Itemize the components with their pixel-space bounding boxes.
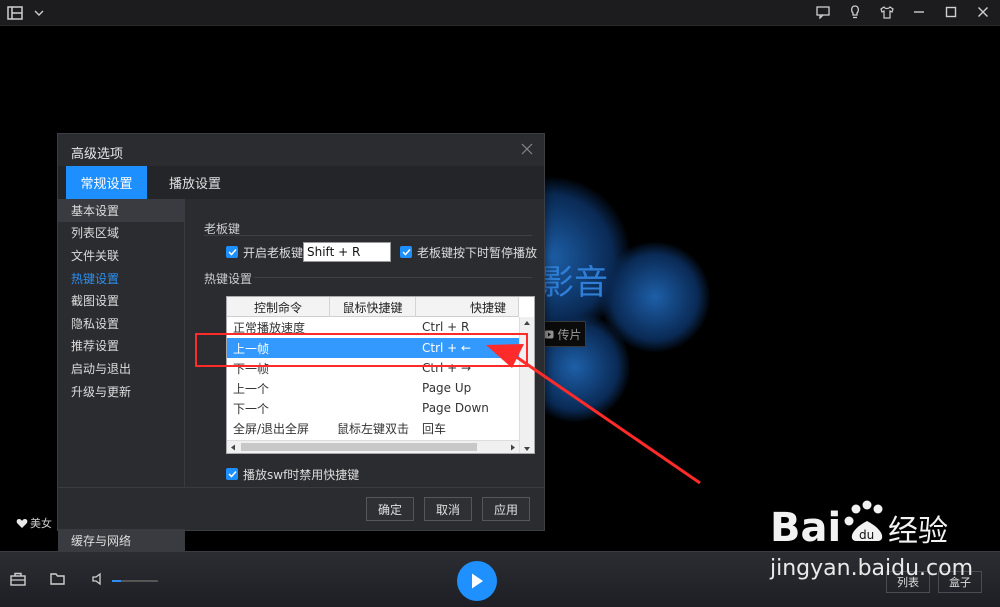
settings-sidebar: 基本设置 列表区域 文件关联 热键设置 截图设置 隐私设置 推荐设置 启动与退出… [58,199,185,552]
scroll-thumb[interactable] [241,443,477,451]
watermark-brand-suffix: 经验 [888,514,948,549]
tab-playback-settings[interactable]: 播放设置 [155,166,235,199]
command-cell: 全屏/退出全屏 [233,421,310,436]
boss-key-input[interactable]: Shift + R [303,242,391,262]
cancel-button[interactable]: 取消 [424,497,472,521]
scroll-left-icon[interactable] [230,444,236,451]
sidebar-item-update[interactable]: 升级与更新 [58,380,184,403]
minimize-icon[interactable] [910,3,928,21]
play-button[interactable] [457,561,497,601]
sidebar-item-privacy[interactable]: 隐私设置 [58,312,184,335]
hotkey-table: 控制命令 鼠标快捷键 快捷键 正常播放速度 Ctrl + R 上一帧 Ctrl … [226,296,535,454]
pause-on-boss-key-label: 老板键按下时暂停播放 [417,246,538,260]
sidebar-item-startup-exit[interactable]: 启动与退出 [58,357,184,380]
sidebar-item-basic[interactable]: 基本设置 [58,199,184,222]
boss-key-checkbox[interactable] [226,246,238,258]
column-header-mouse[interactable]: 鼠标快捷键 [330,297,416,317]
advanced-options-dialog: 高级选项 常规设置 播放设置 基本设置 列表区域 文件关联 热键设置 截图设置 … [57,133,545,552]
folder-open-icon[interactable] [50,572,68,588]
brand-text: 影音 [540,263,608,303]
volume-fill [112,580,122,582]
maximize-icon[interactable] [942,3,960,21]
sidebar-item-list-area[interactable]: 列表区域 [58,222,184,245]
boss-key-label: 开启老板键 [243,246,304,260]
playlist-icon[interactable] [6,4,24,22]
hotkey-section-label: 热键设置 [204,272,253,286]
play-icon [472,573,483,589]
key-cell: 回车 [422,421,447,436]
video-icon [544,330,554,338]
heart-icon [16,518,28,528]
scroll-down-icon[interactable] [523,446,531,452]
check-icon [227,248,237,256]
svg-text:du: du [859,528,874,542]
key-cell: Page Up [422,381,472,395]
close-icon[interactable] [521,142,533,158]
scroll-right-icon[interactable] [510,444,516,451]
horizontal-scrollbar[interactable] [227,440,519,453]
divider [204,235,532,236]
apply-button[interactable]: 应用 [482,497,530,521]
meinv-link[interactable]: 美女 [16,515,52,531]
title-bar [0,0,1000,26]
ok-button[interactable]: 确定 [366,497,414,521]
upload-button[interactable]: 传片 [540,321,586,347]
pause-on-boss-key-checkbox[interactable] [400,246,412,258]
divider [254,277,532,278]
sidebar-item-cache-network[interactable]: 缓存与网络 [58,529,185,552]
key-cell: Page Down [422,401,489,415]
close-icon[interactable] [974,3,992,21]
disable-swf-hotkeys-label: 播放swf时禁用快捷键 [243,468,360,482]
tab-general-settings[interactable]: 常规设置 [66,166,147,199]
table-header: 控制命令 鼠标快捷键 快捷键 [227,297,519,317]
volume-icon[interactable] [92,572,110,588]
tab-bar: 常规设置 播放设置 [58,166,544,199]
column-header-command[interactable]: 控制命令 [227,297,330,317]
dialog-title: 高级选项 [71,147,124,162]
paw-icon: du [844,500,883,542]
divider [58,487,544,488]
message-icon[interactable] [814,3,832,21]
bulb-icon[interactable] [846,3,864,21]
watermark-brand: Bai [770,505,841,551]
check-icon [401,248,411,256]
scroll-up-icon[interactable] [523,320,531,326]
highlight-box [195,333,528,367]
meinv-label: 美女 [30,517,52,530]
mouse-cell: 鼠标左键双击 [337,421,410,436]
sidebar-item-recommend[interactable]: 推荐设置 [58,335,184,358]
baidu-watermark: Bai du 经验 [770,500,948,551]
sidebar-item-hotkeys[interactable]: 热键设置 [58,267,184,290]
upload-label: 传片 [557,327,582,342]
table-row[interactable]: 全屏/退出全屏 鼠标左键双击 回车 [227,418,519,438]
column-header-key[interactable]: 快捷键 [416,297,519,317]
shirt-icon[interactable] [878,3,896,21]
sidebar-item-file-association[interactable]: 文件关联 [58,244,184,267]
toolbox-icon[interactable] [10,572,28,588]
check-icon [227,470,237,478]
chevron-down-icon[interactable] [30,4,48,22]
watermark-url: jingyan.baidu.com [770,556,974,581]
table-row[interactable]: 下一个 Page Down [227,398,519,418]
command-cell: 上一个 [233,381,270,396]
disable-swf-hotkeys-checkbox[interactable] [226,468,238,480]
sidebar-item-screenshot[interactable]: 截图设置 [58,289,184,312]
table-row[interactable]: 上一个 Page Up [227,378,519,398]
command-cell: 下一个 [233,401,270,416]
volume-slider[interactable] [112,580,158,582]
